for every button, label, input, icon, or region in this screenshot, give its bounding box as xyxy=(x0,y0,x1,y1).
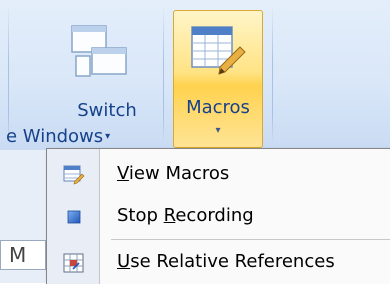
menu-item-use-relative-references[interactable]: Use Relative References xyxy=(47,243,390,283)
menu-item-label: Use Relative References xyxy=(117,251,335,272)
menu-item-label: View Macros xyxy=(117,163,230,184)
chevron-down-icon: ▾ xyxy=(105,131,111,142)
menu-divider xyxy=(111,239,390,240)
menu-item-view-macros[interactable]: View Macros xyxy=(47,155,390,195)
macros-dropdown-menu: View Macros Stop Recording Use Relative … xyxy=(46,148,390,284)
stop-recording-icon xyxy=(67,210,81,224)
switch-windows-label-line2: e Windows ▾ xyxy=(2,126,196,148)
name-box-fragment: M xyxy=(0,240,46,270)
macros-button[interactable]: Macros ▾ xyxy=(173,10,263,148)
macros-icon xyxy=(191,26,246,75)
menu-item-label: Stop Recording xyxy=(117,205,254,226)
switch-windows-label-text: e Windows xyxy=(6,126,104,147)
group-separator xyxy=(272,6,273,144)
menu-item-stop-recording[interactable]: Stop Recording xyxy=(47,197,390,237)
group-separator xyxy=(8,6,9,144)
chevron-down-icon: ▾ xyxy=(215,125,221,136)
switch-windows-icon xyxy=(71,25,127,77)
ribbon: Switch e Windows ▾ Macros ▾ xyxy=(0,0,390,151)
switch-windows-label-line1: Switch xyxy=(77,100,137,121)
view-macros-icon xyxy=(63,165,85,185)
relative-references-icon xyxy=(63,253,84,273)
switch-windows-button[interactable]: Switch e Windows ▾ xyxy=(6,14,182,147)
macros-label: Macros xyxy=(186,97,250,118)
